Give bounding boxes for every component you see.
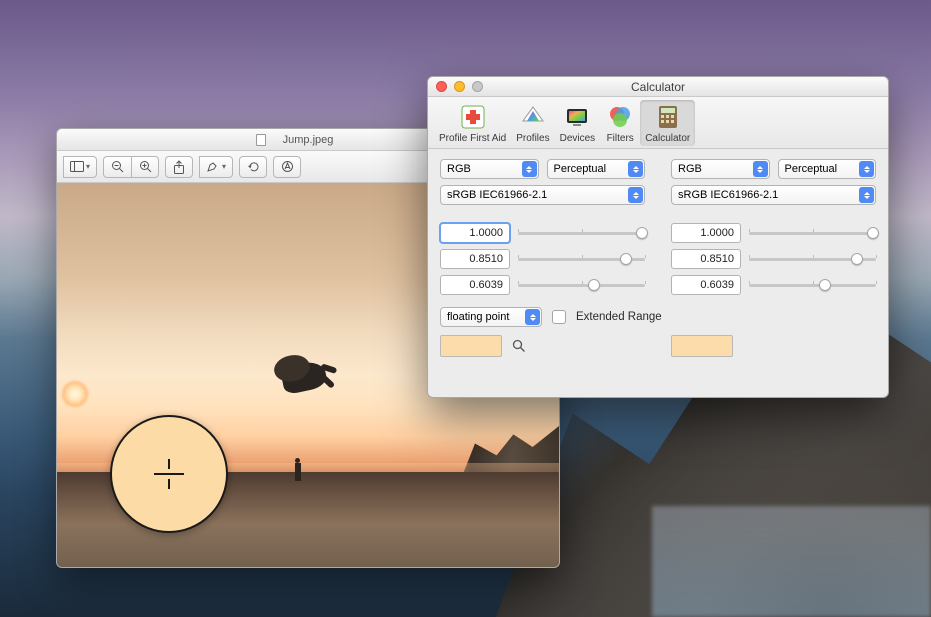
tool-filters[interactable]: Filters <box>600 100 640 146</box>
document-icon <box>256 134 266 146</box>
right-slider-2[interactable] <box>749 277 876 293</box>
zoom-out-icon <box>111 160 124 173</box>
colorsync-calculator-window: Calculator Profile First Aid Profiles De… <box>427 76 889 398</box>
zoom-in-icon <box>139 160 152 173</box>
tool-label: Filters <box>607 133 634 144</box>
profiles-icon <box>518 102 548 132</box>
sidebar-icon <box>70 161 84 172</box>
left-intent-select[interactable]: Perceptual <box>547 159 646 179</box>
rotate-button[interactable] <box>239 156 267 178</box>
rotate-icon <box>247 160 260 173</box>
right-color-swatch <box>671 335 733 357</box>
select-arrows-icon <box>522 161 537 177</box>
extended-range-label: Extended Range <box>576 311 662 323</box>
left-slider-0[interactable] <box>518 225 645 241</box>
tool-label: Devices <box>560 133 596 144</box>
right-profile-select[interactable]: sRGB IEC61966-2.1 <box>671 185 876 205</box>
left-value-field-0[interactable]: 1.0000 <box>440 223 510 243</box>
select-value: sRGB IEC61966-2.1 <box>447 189 547 201</box>
select-value: RGB <box>447 163 471 175</box>
extended-range-checkbox[interactable] <box>552 310 566 324</box>
tool-label: Profile First Aid <box>439 133 506 144</box>
first-aid-icon <box>458 102 488 132</box>
tool-profiles[interactable]: Profiles <box>511 100 554 146</box>
tool-calculator[interactable]: Calculator <box>640 100 695 146</box>
left-value-field-2[interactable]: 0.6039 <box>440 275 510 295</box>
select-value: RGB <box>678 163 702 175</box>
select-arrows-icon <box>859 187 874 203</box>
select-value: floating point <box>447 311 509 323</box>
calculator-toolbar: Profile First Aid Profiles Devices Filte… <box>428 97 888 149</box>
share-icon <box>173 160 185 174</box>
tool-profile-first-aid[interactable]: Profile First Aid <box>434 100 511 146</box>
window-controls <box>436 81 483 92</box>
calculator-title: Calculator <box>631 80 685 94</box>
select-value: sRGB IEC61966-2.1 <box>678 189 778 201</box>
eyedropper-button[interactable] <box>512 339 526 353</box>
left-column: RGB Perceptual sRGB IEC61966-2.1 1.0000 … <box>440 159 645 295</box>
crosshair-icon <box>154 459 184 489</box>
left-slider-2[interactable] <box>518 277 645 293</box>
select-arrows-icon <box>628 187 643 203</box>
right-value-field-1[interactable]: 0.8510 <box>671 249 741 269</box>
right-value-field-2[interactable]: 0.6039 <box>671 275 741 295</box>
highlight-icon <box>206 161 220 173</box>
select-value: Perceptual <box>554 163 607 175</box>
minimize-button[interactable] <box>454 81 465 92</box>
calculator-icon <box>653 102 683 132</box>
highlight-button[interactable]: ▾ <box>199 156 233 178</box>
devices-icon <box>562 102 592 132</box>
right-slider-0[interactable] <box>749 225 876 241</box>
left-mode-select[interactable]: RGB <box>440 159 539 179</box>
zoom-out-button[interactable] <box>103 156 131 178</box>
select-arrows-icon <box>859 161 874 177</box>
format-row: floating point Extended Range <box>428 303 888 331</box>
sidebar-toggle-button[interactable]: ▾ <box>63 156 97 178</box>
select-arrows-icon <box>628 161 643 177</box>
select-value: Perceptual <box>785 163 838 175</box>
swatch-row <box>428 331 888 367</box>
right-intent-select[interactable]: Perceptual <box>778 159 877 179</box>
tool-devices[interactable]: Devices <box>555 100 601 146</box>
zoom-button[interactable] <box>472 81 483 92</box>
left-value-field-1[interactable]: 0.8510 <box>440 249 510 269</box>
left-color-swatch <box>440 335 502 357</box>
right-mode-select[interactable]: RGB <box>671 159 770 179</box>
color-loupe[interactable] <box>110 415 228 533</box>
left-profile-select[interactable]: sRGB IEC61966-2.1 <box>440 185 645 205</box>
zoom-in-button[interactable] <box>131 156 159 178</box>
right-slider-1[interactable] <box>749 251 876 267</box>
share-button[interactable] <box>165 156 193 178</box>
markup-icon <box>281 160 294 173</box>
right-value-field-0[interactable]: 1.0000 <box>671 223 741 243</box>
calculator-body: RGB Perceptual sRGB IEC61966-2.1 1.0000 … <box>428 149 888 303</box>
close-button[interactable] <box>436 81 447 92</box>
tool-label: Calculator <box>645 133 690 144</box>
format-select[interactable]: floating point <box>440 307 542 327</box>
tool-label: Profiles <box>516 133 549 144</box>
left-slider-1[interactable] <box>518 251 645 267</box>
calculator-titlebar[interactable]: Calculator <box>428 77 888 97</box>
filters-icon <box>605 102 635 132</box>
markup-button[interactable] <box>273 156 301 178</box>
preview-title: Jump.jpeg <box>283 134 334 146</box>
select-arrows-icon <box>753 161 768 177</box>
right-column: RGB Perceptual sRGB IEC61966-2.1 1.0000 … <box>671 159 876 295</box>
select-arrows-icon <box>525 309 540 325</box>
